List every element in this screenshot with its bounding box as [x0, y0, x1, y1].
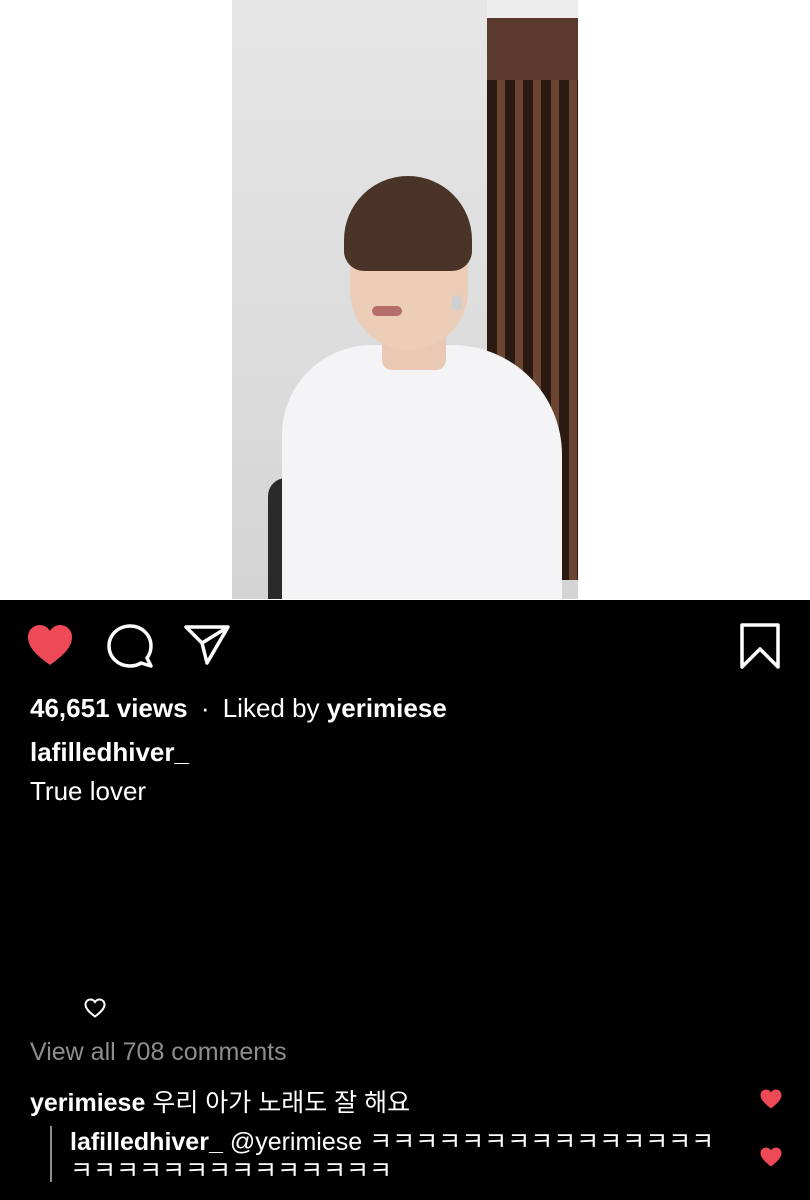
video-scene-person-hair: [344, 176, 472, 271]
paper-plane-icon[interactable]: [183, 624, 231, 666]
reply-thread-line: [50, 1126, 52, 1182]
comment-item: yerimiese 우리 아가 노래도 잘 해요: [30, 1083, 410, 1119]
comment-like-heart-icon[interactable]: [759, 1088, 783, 1110]
bookmark-icon[interactable]: [738, 622, 782, 670]
liked-by-label: Liked by: [222, 693, 320, 723]
reply-item: lafilledhiver_ @yerimiese ㅋㅋㅋㅋㅋㅋㅋㅋㅋㅋㅋㅋㅋㅋ…: [70, 1128, 730, 1186]
video-scene-person-shirt: [282, 345, 562, 599]
heart-icon[interactable]: [26, 623, 74, 667]
reply-like-heart-icon[interactable]: [759, 1146, 783, 1168]
reply-username[interactable]: lafilledhiver_: [70, 1128, 223, 1156]
post-author-username[interactable]: lafilledhiver_: [30, 737, 189, 768]
video-scene-person-earring: [452, 295, 462, 311]
comment-text: 우리 아가 노래도 잘 해요: [152, 1089, 411, 1117]
small-heart-icon[interactable]: [84, 998, 106, 1018]
separator-dot: ·: [200, 693, 210, 723]
video-player[interactable]: [232, 0, 578, 599]
video-scene-person-lips: [372, 306, 402, 316]
comment-username[interactable]: yerimiese: [30, 1089, 145, 1117]
view-all-comments-link[interactable]: View all 708 comments: [30, 1038, 287, 1067]
video-scene-wall: [487, 0, 578, 18]
post-caption: True lover: [30, 776, 147, 806]
comment-icon[interactable]: [106, 623, 154, 669]
views-and-likes-line: 46,651 views · Liked by yerimiese: [30, 693, 447, 724]
view-count[interactable]: 46,651 views: [30, 693, 188, 723]
liked-by-username[interactable]: yerimiese: [327, 693, 447, 723]
media-area: [0, 0, 810, 600]
post-action-bar: [0, 600, 810, 690]
